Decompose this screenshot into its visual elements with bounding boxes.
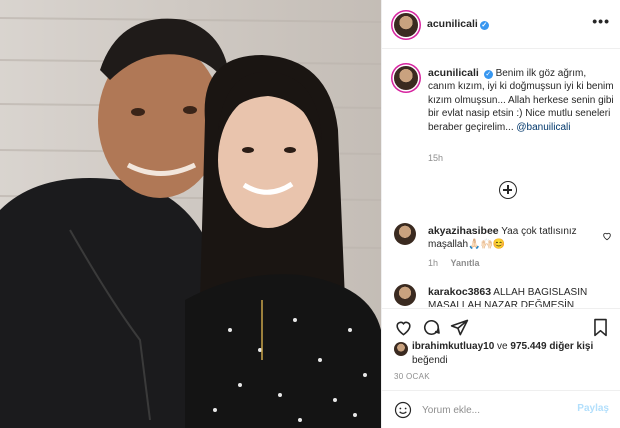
comment-time: 1h (428, 258, 439, 268)
comment-avatar[interactable] (394, 284, 416, 306)
comment-meta: 1h Yanıtla (428, 258, 490, 268)
post-date: 30 OCAK (394, 372, 430, 381)
caption-time: 15h (428, 153, 444, 163)
comment-text: akyazihasibee Yaa çok tatlısınız maşalla… (428, 225, 596, 251)
author-avatar[interactable] (394, 13, 418, 37)
emoji-icon[interactable] (394, 401, 412, 419)
comment-icon[interactable] (422, 318, 441, 337)
post-panel: acunilicali ✓ ••• acunilicali ✓ Benim ilk … (381, 0, 620, 428)
author-username-text[interactable]: acunilicali (427, 18, 478, 30)
likes-text: ibrahimkutluay10 ve 975.449 diğer kişi b… (412, 340, 612, 368)
heart-icon[interactable] (394, 318, 413, 337)
heart-icon[interactable] (602, 231, 612, 241)
post-header: acunilicali ✓ ••• (382, 0, 620, 49)
likes-count[interactable]: 975.449 diğer kişi (510, 341, 593, 352)
author-username[interactable]: acunilicali ✓ (427, 18, 489, 30)
comment-text: karakoc3863 ALLAH BAGISLASIN MAŞALLAH NA… (428, 286, 596, 307)
comment-avatar[interactable] (394, 223, 416, 245)
post-comment-button[interactable]: Paylaş (577, 403, 609, 414)
post-actions (382, 308, 620, 344)
caption-mention[interactable]: @banuilicali (516, 122, 570, 133)
verified-badge-icon: ✓ (479, 21, 489, 30)
liker-username[interactable]: ibrahimkutluay10 (412, 341, 494, 352)
add-comment-bar: Paylaş (382, 390, 620, 428)
liker-avatar[interactable] (394, 342, 408, 356)
save-icon[interactable] (592, 318, 609, 337)
comment-username[interactable]: karakoc3863 (428, 286, 491, 298)
comment-item: karakoc3863 ALLAH BAGISLASIN MAŞALLAH NA… (394, 283, 612, 307)
caption-text: acunilicali ✓ Benim ilk göz ağrım, canım … (428, 67, 614, 134)
post-photo[interactable] (0, 0, 381, 428)
load-more-comments-icon[interactable] (499, 181, 517, 199)
caption-username[interactable]: acunilicali (428, 67, 479, 79)
share-icon[interactable] (450, 318, 469, 337)
post-image (0, 0, 381, 428)
likes-and: ve (494, 341, 511, 352)
likes-suffix: beğendi (412, 355, 448, 366)
comment-input[interactable] (422, 403, 572, 417)
more-options-icon[interactable]: ••• (592, 13, 610, 29)
verified-badge-icon: ✓ (483, 70, 493, 79)
comment-username[interactable]: akyazihasibee (428, 225, 499, 237)
reply-button[interactable]: Yanıtla (451, 258, 480, 268)
caption-avatar[interactable] (394, 66, 418, 90)
